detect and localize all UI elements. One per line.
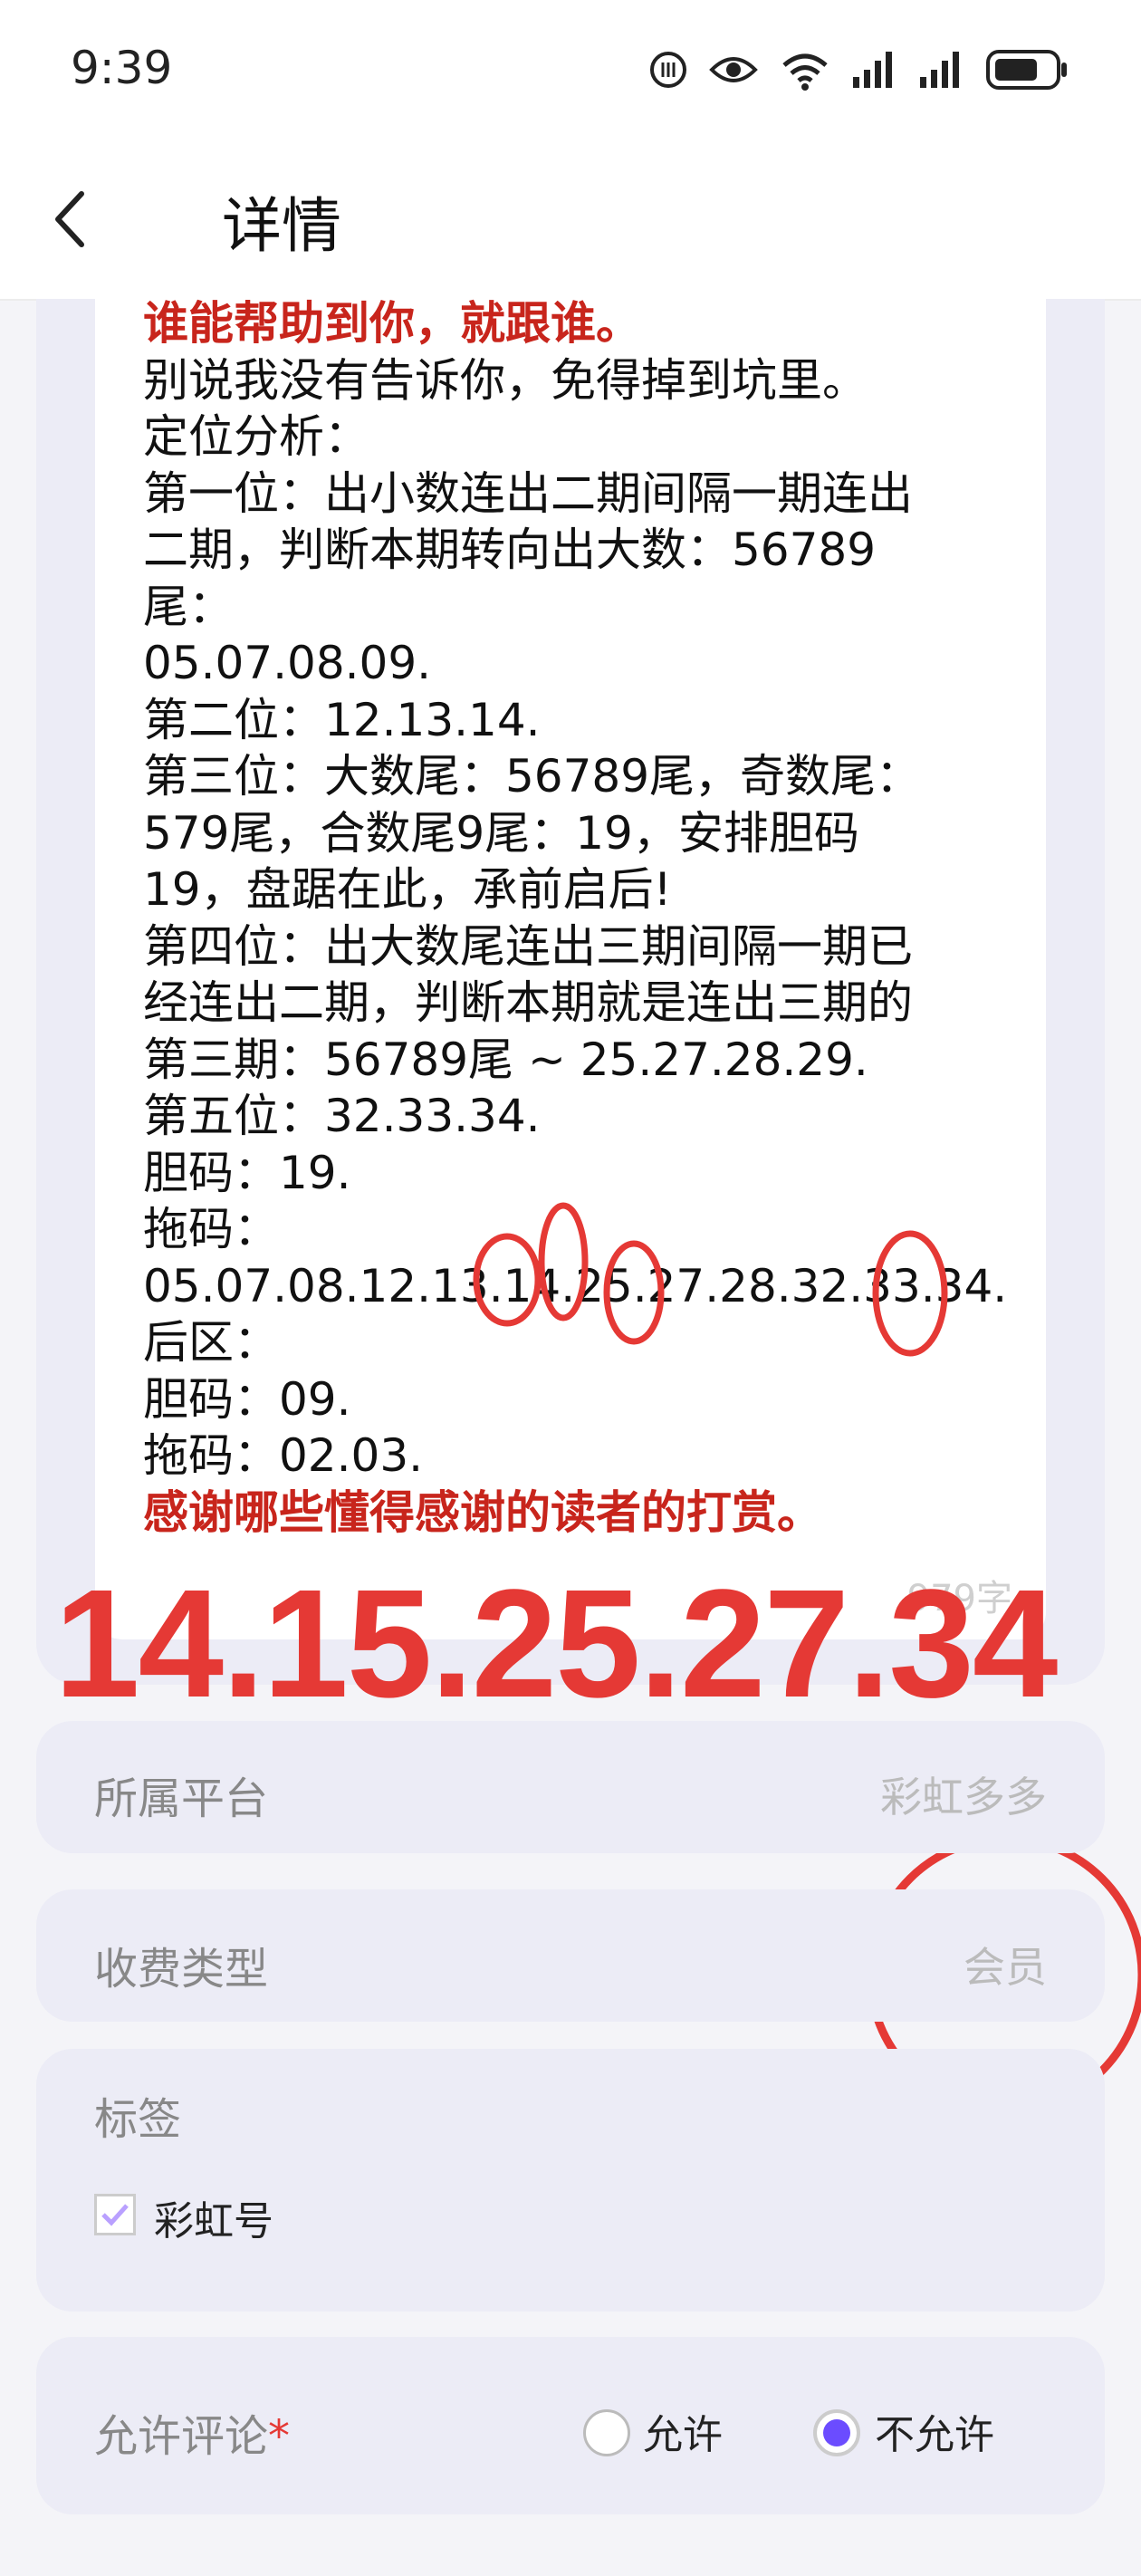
radio-disallow[interactable] (813, 2409, 860, 2456)
platform-row[interactable]: 所属平台 彩虹多多 (36, 1721, 1105, 1853)
overlay-numbers: 14.15.25.27.34 (54, 1558, 1058, 1730)
checkmark-icon (101, 2204, 129, 2226)
annotation-circle (473, 1233, 542, 1327)
fee-type-row[interactable]: 收费类型 会员 (36, 1889, 1105, 2022)
annotation-circle (872, 1230, 948, 1357)
annotation-circle (538, 1202, 589, 1322)
tag-checkbox[interactable] (94, 2194, 136, 2235)
comments-label: 允许评论* (94, 2411, 291, 2462)
platform-label: 所属平台 (94, 1773, 269, 1824)
required-mark: * (268, 2411, 291, 2462)
tags-label: 标签 (94, 2094, 182, 2145)
tag-label[interactable]: 彩虹号 (154, 2188, 273, 2246)
comments-row: 允许评论* 允许 不允许 (36, 2337, 1105, 2514)
annotation-circle (603, 1240, 665, 1345)
platform-value: 彩虹多多 (880, 1773, 1047, 1821)
radio-selected-dot (823, 2419, 850, 2446)
radio-allow-label[interactable]: 允许 (643, 2402, 723, 2460)
fee-type-value: 会员 (964, 1943, 1047, 1992)
fee-type-label: 收费类型 (94, 1944, 269, 1994)
tags-section: 标签 彩虹号 (36, 2049, 1105, 2312)
radio-allow[interactable] (583, 2409, 630, 2456)
radio-disallow-label[interactable]: 不允许 (875, 2402, 994, 2460)
